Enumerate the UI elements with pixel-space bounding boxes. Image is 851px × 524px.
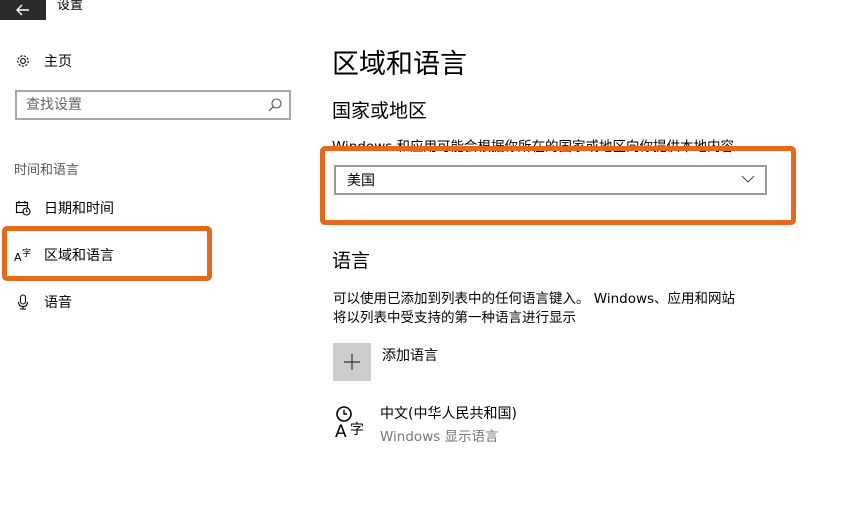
- window-title: 设置: [57, 0, 84, 13]
- microphone-icon: [14, 293, 32, 311]
- search-input[interactable]: [17, 92, 266, 118]
- sidebar-item-date-time[interactable]: 日期和时间: [14, 198, 114, 218]
- search-box[interactable]: [15, 90, 291, 120]
- plus-icon: [344, 354, 360, 370]
- add-language-button[interactable]: [333, 343, 371, 381]
- sidebar-section-label: 时间和语言: [14, 163, 80, 178]
- sidebar-home-label: 主页: [44, 54, 72, 70]
- language-description-line2: 将以列表中受支持的第一种语言进行显示: [333, 310, 576, 326]
- svg-text:A: A: [335, 422, 347, 440]
- search-icon[interactable]: [267, 97, 283, 113]
- page-title: 区域和语言: [332, 49, 467, 80]
- language-name: 中文(中华人民共和国): [380, 406, 517, 422]
- gear-icon: [14, 52, 32, 70]
- sidebar-item-speech[interactable]: 语音: [14, 292, 72, 312]
- sidebar-home[interactable]: 主页: [14, 51, 72, 71]
- svg-text:字: 字: [350, 422, 364, 438]
- language-subtitle: Windows 显示语言: [380, 429, 499, 445]
- country-heading: 国家或地区: [332, 100, 428, 122]
- highlight-sidebar-region: [2, 226, 212, 281]
- back-arrow-icon: [16, 4, 29, 16]
- language-heading: 语言: [332, 250, 371, 272]
- back-button[interactable]: [0, 0, 46, 20]
- sidebar-item-label: 语音: [44, 295, 72, 311]
- add-language-label[interactable]: 添加语言: [382, 345, 438, 365]
- calendar-clock-icon: [14, 199, 32, 217]
- sidebar-item-label: 日期和时间: [44, 201, 114, 217]
- language-icon: A 字: [335, 406, 364, 440]
- language-list-item[interactable]: 中文(中华人民共和国) Windows 显示语言: [380, 403, 517, 445]
- highlight-country: [320, 146, 796, 225]
